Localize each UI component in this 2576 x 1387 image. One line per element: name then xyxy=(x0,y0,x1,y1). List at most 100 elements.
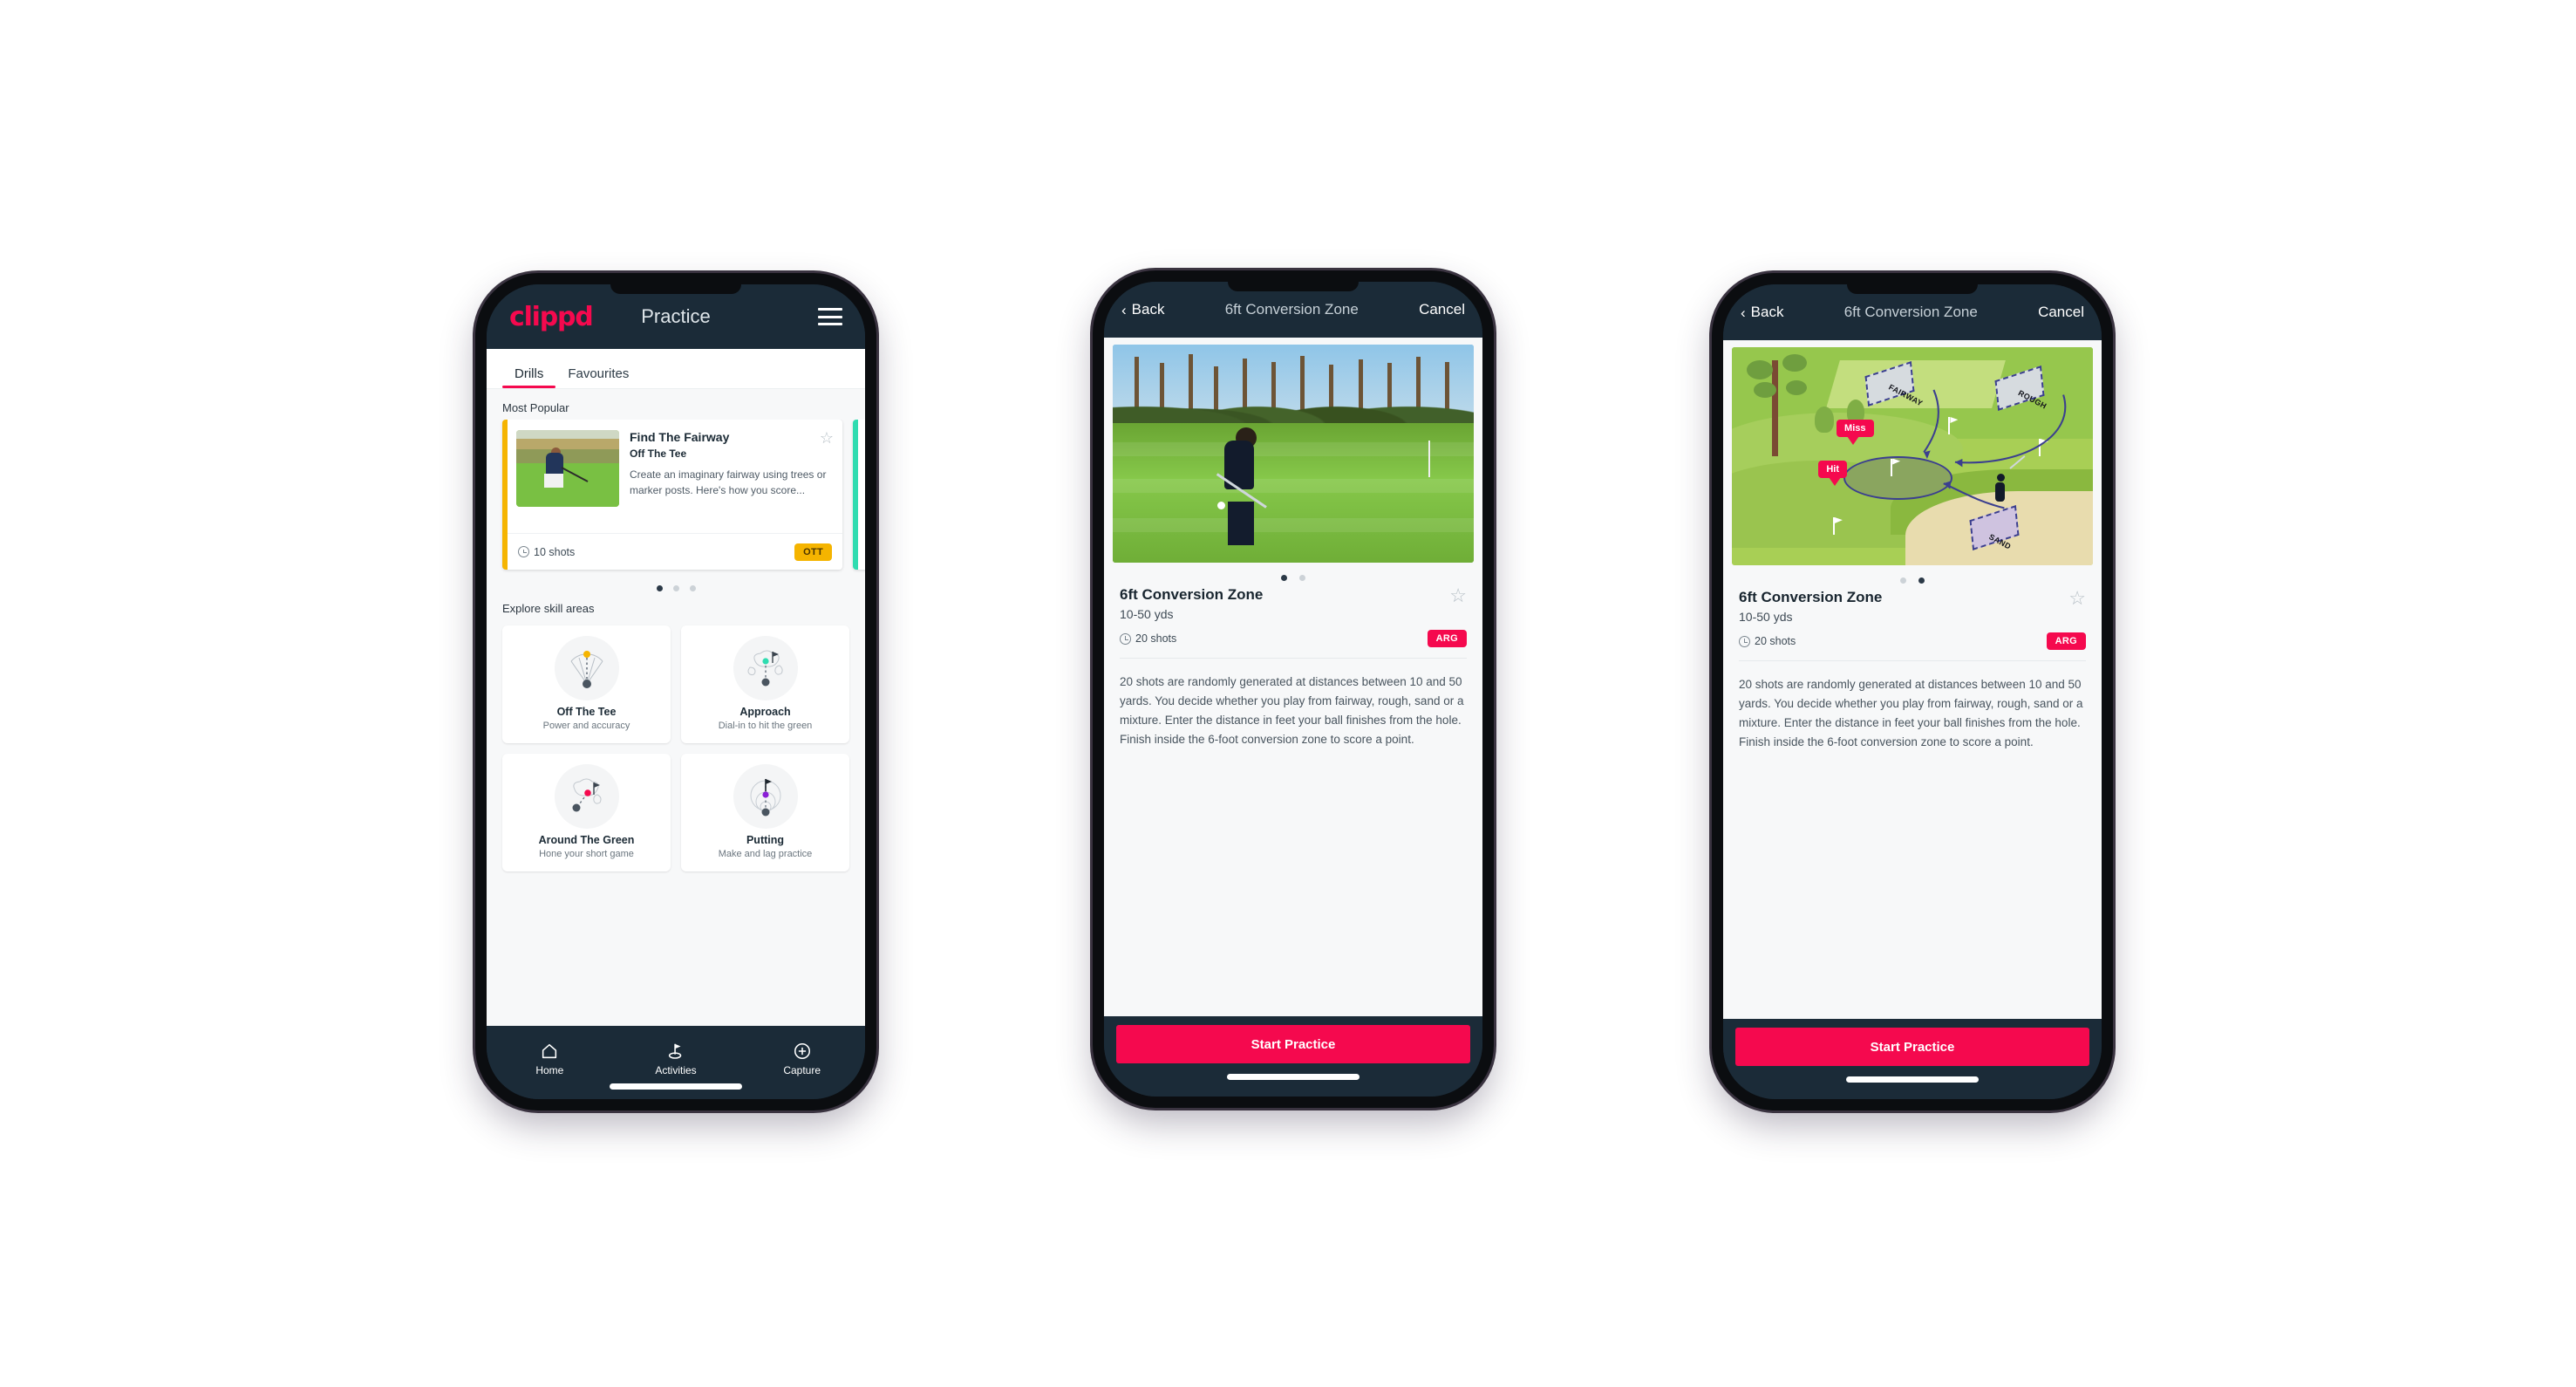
nav-label: Capture xyxy=(783,1063,821,1076)
clock-icon xyxy=(1739,635,1750,647)
nav-item-activities[interactable]: Activities xyxy=(613,1042,739,1076)
skill-title: Off The Tee xyxy=(556,706,617,718)
skill-areas-heading: Explore skill areas xyxy=(502,602,595,615)
drill-category: Off The Tee xyxy=(630,447,687,460)
carousel-dot[interactable] xyxy=(689,585,696,591)
drill-detail-distance: 10-50 yds xyxy=(1739,610,1793,624)
drill-thumbnail xyxy=(516,430,619,507)
skill-card-around-the-green[interactable]: Around The Green Hone your short game xyxy=(502,754,671,871)
media-dots xyxy=(1104,563,1482,586)
home-indicator xyxy=(1227,1074,1360,1080)
cancel-button[interactable]: Cancel xyxy=(1419,301,1465,318)
drill-detail-distance: 10-50 yds xyxy=(1120,607,1174,621)
hit-bubble: Hit xyxy=(1818,461,1848,486)
plus-circle-icon xyxy=(794,1042,810,1059)
clock-icon xyxy=(518,546,529,557)
golf-flag-icon xyxy=(668,1043,682,1059)
drill-media-illustration[interactable]: FAIRWAY ROUGH SAND Miss Hit xyxy=(1732,347,2093,565)
drill-card-next-peek[interactable] xyxy=(853,420,865,570)
nav-item-home[interactable]: Home xyxy=(487,1042,613,1076)
drill-shots: 10 shots xyxy=(518,546,575,558)
skill-title: Around The Green xyxy=(538,834,635,846)
chevron-left-icon: ‹ xyxy=(1741,304,1746,321)
back-button[interactable]: ‹ Back xyxy=(1121,301,1164,318)
drill-card-find-the-fairway[interactable]: Find The Fairway Off The Tee ☆ Create an… xyxy=(502,420,842,570)
skill-subtitle: Dial-in to hit the green xyxy=(718,721,813,731)
drill-detail-description: 20 shots are randomly generated at dista… xyxy=(1739,678,2083,748)
drill-detail-shots: 20 shots xyxy=(1120,632,1176,645)
drill-detail-title: 6ft Conversion Zone xyxy=(1120,586,1264,603)
nav-item-capture[interactable]: Capture xyxy=(739,1042,865,1076)
drill-detail-title: 6ft Conversion Zone xyxy=(1739,589,1883,605)
drill-shots-label: 10 shots xyxy=(534,545,576,558)
putting-rings-icon xyxy=(733,764,798,829)
bottom-navigation: Home Activities Capture xyxy=(487,1026,865,1099)
carousel-dot[interactable] xyxy=(656,585,663,591)
media-dot[interactable] xyxy=(1281,575,1287,581)
skill-title: Approach xyxy=(739,706,791,718)
skill-card-off-the-tee[interactable]: Off The Tee Power and accuracy xyxy=(502,625,671,743)
detail-title: 6ft Conversion Zone xyxy=(1224,301,1359,318)
shot-path-arrows xyxy=(1923,389,2067,509)
detail-footer: Start Practice xyxy=(1104,1016,1482,1097)
drill-category-chip: ARG xyxy=(2046,632,2086,650)
nav-label: Activities xyxy=(655,1063,697,1076)
app-header: clippd Practice xyxy=(487,284,865,349)
cancel-button[interactable]: Cancel xyxy=(2038,304,2084,321)
media-dots xyxy=(1723,565,2102,589)
skill-card-putting[interactable]: Putting Make and lag practice xyxy=(681,754,849,871)
media-dot[interactable] xyxy=(1918,577,1925,584)
drill-media-photo[interactable] xyxy=(1113,345,1474,563)
drill-category-chip: OTT xyxy=(794,543,832,561)
drill-description: Create an imaginary fairway using trees … xyxy=(630,468,827,496)
skill-subtitle: Hone your short game xyxy=(539,849,634,859)
chevron-left-icon: ‹ xyxy=(1121,301,1127,318)
start-practice-button[interactable]: Start Practice xyxy=(1735,1028,2089,1066)
device-notch xyxy=(1228,282,1359,291)
drill-detail-shots-label: 20 shots xyxy=(1135,632,1177,645)
tee-dispersion-icon xyxy=(554,636,619,700)
back-button[interactable]: ‹ Back xyxy=(1741,304,1783,321)
skill-subtitle: Power and accuracy xyxy=(542,721,630,731)
carousel-dots xyxy=(487,573,865,597)
skill-card-approach[interactable]: Approach Dial-in to hit the green xyxy=(681,625,849,743)
detail-footer: Start Practice xyxy=(1723,1019,2102,1099)
phone-mockup-drill-detail-photo: ‹ Back 6ft Conversion Zone Cancel 6ft Co… xyxy=(1093,270,1494,1108)
tab-bar: Drills Favourites xyxy=(487,349,865,389)
around-green-icon xyxy=(554,764,619,829)
media-dot[interactable] xyxy=(1299,575,1305,581)
clippd-logo: clippd xyxy=(509,301,594,332)
start-practice-button[interactable]: Start Practice xyxy=(1116,1025,1470,1063)
most-popular-heading: Most Popular xyxy=(502,401,569,414)
clock-icon xyxy=(1120,632,1131,645)
drill-detail-shots: 20 shots xyxy=(1739,635,1796,647)
media-dot[interactable] xyxy=(1900,577,1906,584)
phone-mockup-practice-list: clippd Practice Drills Favourites Most P… xyxy=(475,273,876,1110)
skill-subtitle: Make and lag practice xyxy=(718,849,813,859)
back-label: Back xyxy=(1750,304,1784,320)
star-outline-icon[interactable]: ☆ xyxy=(820,430,834,446)
drill-title: Find The Fairway xyxy=(630,430,730,444)
screenshot-canvas: clippd Practice Drills Favourites Most P… xyxy=(0,0,2576,1387)
skill-areas-grid: Off The Tee Power and accuracy Approach … xyxy=(487,620,865,885)
star-outline-icon[interactable]: ☆ xyxy=(2068,589,2086,608)
drill-category-chip: ARG xyxy=(1427,630,1467,647)
miss-bubble: Miss xyxy=(1837,419,1874,445)
home-icon xyxy=(542,1043,557,1058)
drill-detail-shots-label: 20 shots xyxy=(1755,635,1796,647)
skill-title: Putting xyxy=(746,834,785,846)
carousel-dot[interactable] xyxy=(672,585,679,591)
device-notch xyxy=(610,284,741,294)
approach-green-icon xyxy=(733,636,798,700)
nav-label: Home xyxy=(535,1063,564,1076)
practice-scroll-area[interactable]: Most Popular Find The Fairway Off The Te… xyxy=(487,389,865,1026)
tab-drills[interactable]: Drills xyxy=(502,366,556,388)
home-indicator xyxy=(610,1083,742,1090)
hamburger-icon[interactable] xyxy=(818,308,842,325)
home-indicator xyxy=(1846,1076,1979,1083)
star-outline-icon[interactable]: ☆ xyxy=(1449,586,1467,605)
back-label: Back xyxy=(1131,301,1165,318)
popular-carousel[interactable]: Find The Fairway Off The Tee ☆ Create an… xyxy=(487,420,865,573)
tab-favourites[interactable]: Favourites xyxy=(555,366,641,388)
drill-detail-description: 20 shots are randomly generated at dista… xyxy=(1120,675,1464,746)
